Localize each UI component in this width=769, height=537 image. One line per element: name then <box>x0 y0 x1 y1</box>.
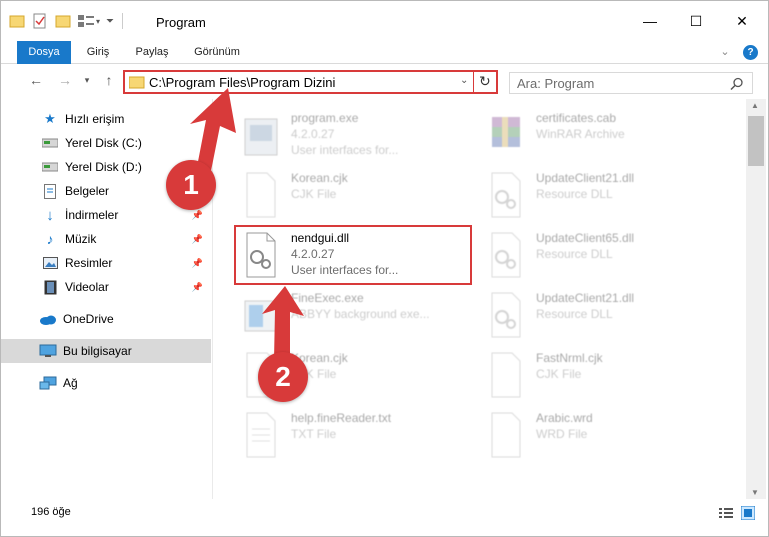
annotation-arrows <box>190 88 304 360</box>
step-1-badge: 1 <box>166 160 216 210</box>
arrow-2-icon <box>262 286 304 360</box>
step-2-badge: 2 <box>258 352 308 402</box>
